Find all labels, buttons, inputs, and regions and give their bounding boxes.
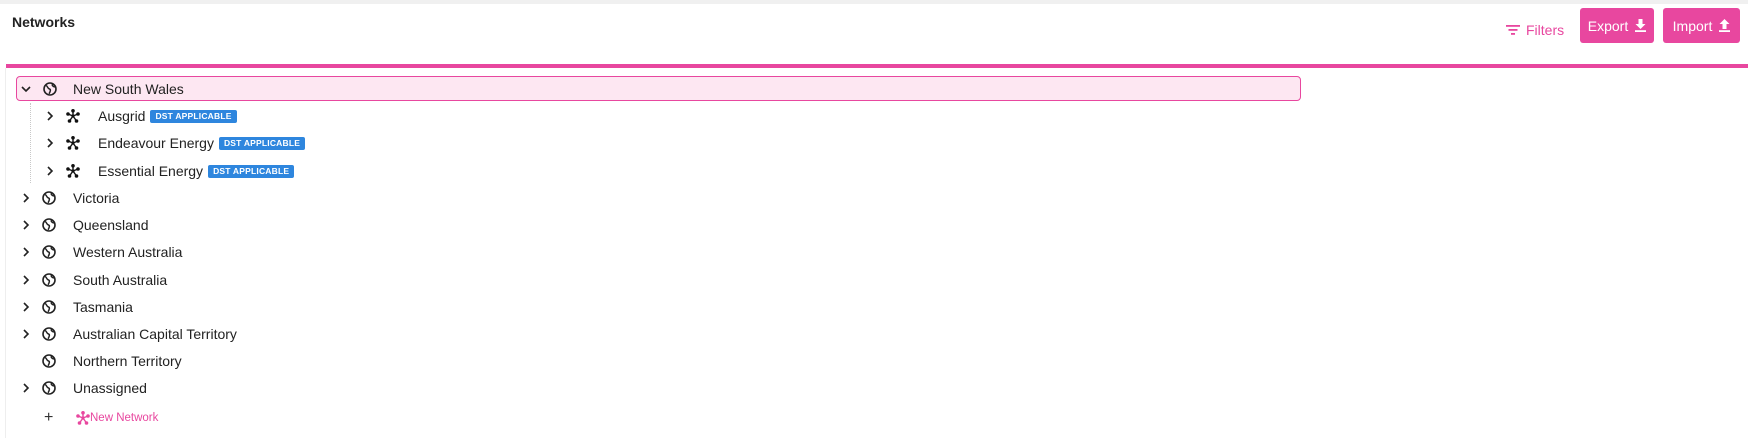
download-icon: [1635, 19, 1647, 32]
chevron-down-icon[interactable]: [20, 83, 32, 95]
page-title: Networks: [12, 14, 76, 30]
chevron-right-icon[interactable]: [20, 246, 32, 258]
chevron-right-icon[interactable]: [20, 192, 32, 204]
globe-icon: [42, 191, 56, 205]
globe-icon: [43, 82, 57, 96]
dst-badge: DST APPLICABLE: [150, 109, 237, 123]
chevron-right-icon[interactable]: [20, 301, 32, 313]
network-icon: [76, 411, 90, 425]
network-label: Endeavour Energy: [98, 135, 214, 151]
filters-button[interactable]: Filters: [1506, 18, 1564, 42]
globe-icon: [42, 273, 56, 287]
chevron-right-icon[interactable]: [20, 382, 32, 394]
chevron-right-icon[interactable]: [20, 328, 32, 340]
region-label: Queensland: [73, 217, 149, 233]
filter-icon: [1506, 25, 1520, 35]
network-icon: [66, 109, 80, 123]
filters-label: Filters: [1526, 22, 1565, 38]
chevron-right-icon[interactable]: [20, 219, 32, 231]
import-label: Import: [1672, 17, 1713, 34]
globe-icon: [42, 218, 56, 232]
globe-icon: [42, 354, 56, 368]
chevron-right-icon[interactable]: [44, 110, 56, 122]
globe-icon: [42, 327, 56, 341]
network-icon: [66, 136, 80, 150]
new-network-link[interactable]: New Network: [90, 410, 158, 426]
globe-icon: [42, 381, 56, 395]
region-label: South Australia: [73, 272, 168, 288]
export-label: Export: [1587, 17, 1629, 34]
network-label: Essential Energy: [98, 163, 204, 179]
region-label: Victoria: [73, 190, 120, 206]
tree-region-new-south-wales[interactable]: New South Wales: [16, 76, 1301, 101]
globe-icon: [42, 300, 56, 314]
dst-badge: DST APPLICABLE: [208, 164, 295, 178]
panel-border: [5, 68, 6, 438]
globe-icon: [42, 245, 56, 259]
network-icon: [66, 164, 80, 178]
page-header: Networks Filters Export Import: [0, 4, 1748, 64]
network-label: Ausgrid: [98, 108, 146, 124]
tree-guide-line: [30, 103, 31, 183]
region-label: New South Wales: [73, 81, 184, 97]
plus-icon[interactable]: +: [44, 408, 53, 428]
chevron-right-icon[interactable]: [20, 274, 32, 286]
region-label: Northern Territory: [73, 353, 182, 369]
chevron-right-icon[interactable]: [44, 165, 56, 177]
region-label: Unassigned: [73, 380, 147, 396]
region-label: Western Australia: [73, 244, 183, 260]
region-label: Tasmania: [73, 299, 133, 315]
upload-icon: [1719, 19, 1731, 32]
region-label: Australian Capital Territory: [73, 326, 237, 342]
export-button[interactable]: Export: [1580, 8, 1654, 43]
import-button[interactable]: Import: [1663, 8, 1740, 43]
header-divider: [6, 64, 1748, 68]
chevron-right-icon[interactable]: [44, 137, 56, 149]
dst-badge: DST APPLICABLE: [218, 136, 306, 150]
